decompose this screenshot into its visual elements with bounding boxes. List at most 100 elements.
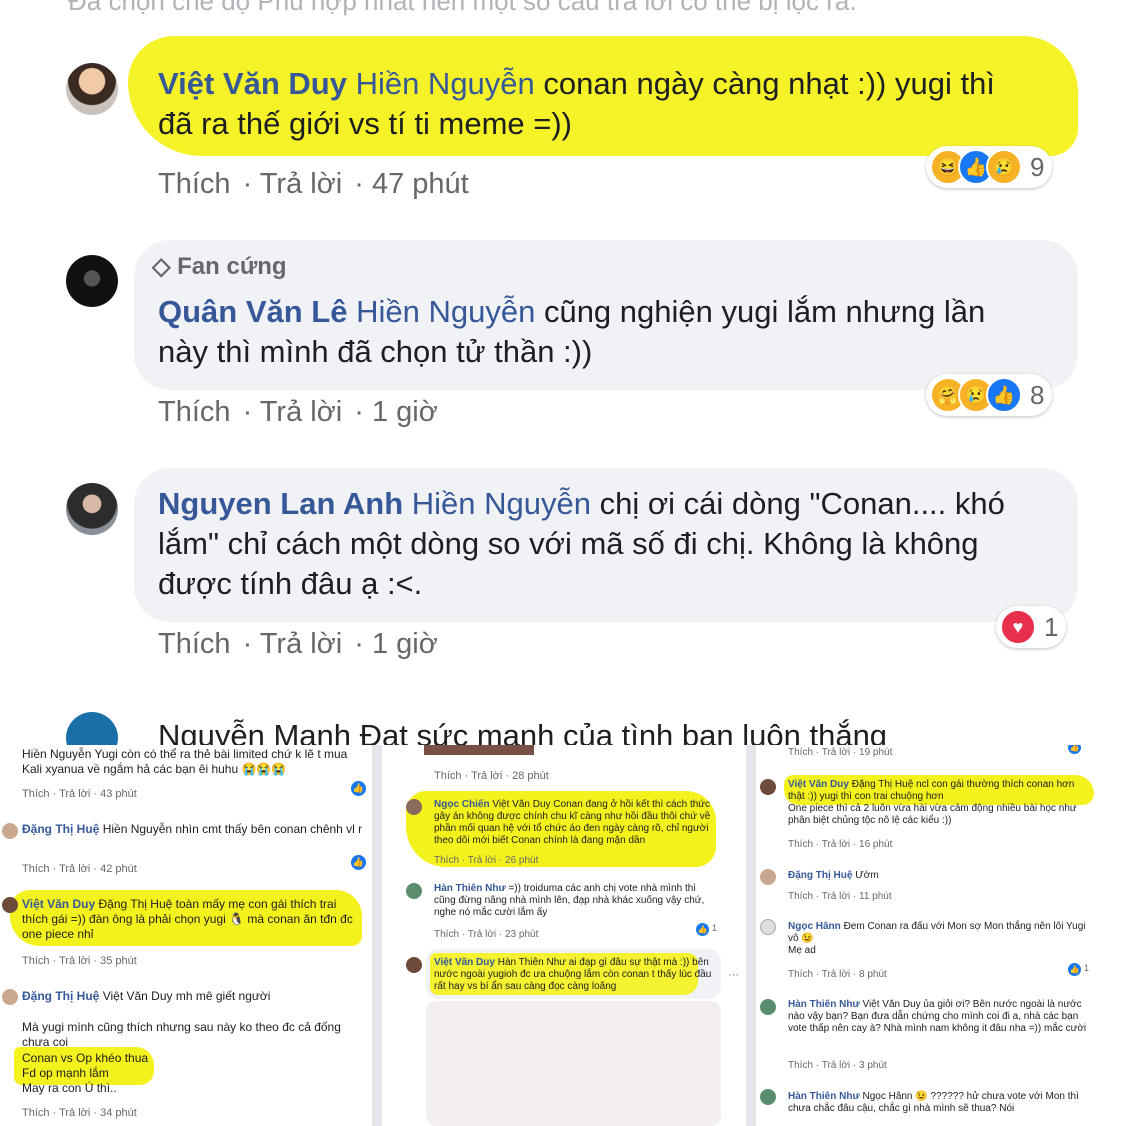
comment-text: Việt Văn Duy Hiền Nguyễn conan ngày càng…	[158, 66, 995, 141]
like-link[interactable]: Thích	[158, 396, 231, 428]
avatar[interactable]	[406, 957, 422, 973]
reaction-count: 1	[1084, 963, 1090, 973]
comment-meta: Thích · Trả lời · 35 phút	[22, 955, 137, 967]
comment-actions: Thích · Trả lời · 1 giờ	[158, 396, 438, 428]
avatar[interactable]	[406, 883, 422, 899]
comment-meta: Thích · Trả lời · 34 phút	[22, 1107, 137, 1119]
reply-link[interactable]: Trả lời	[260, 628, 342, 660]
comment-time[interactable]: 1 giờ	[372, 628, 438, 660]
comment-meta: Thích · Trả lời · 11 phút	[788, 891, 892, 902]
like-icon: 👍	[351, 781, 366, 796]
avatar[interactable]	[760, 919, 776, 935]
cutoff-comment: Nguyễn Mạnh Đạt sức mạnh của tình bạn lu…	[158, 718, 888, 745]
like-icon: 👍	[986, 377, 1022, 413]
comment-meta: Thích · Trả lời · 26 phút	[434, 855, 539, 866]
reply-link[interactable]: Trả lời	[260, 396, 342, 428]
comment-text: Việt Văn Duy Hàn Thiên Như ai đạp gì đâu…	[434, 957, 712, 992]
comment-actions: Thích · Trả lời · 47 phút	[158, 168, 469, 200]
mention-link[interactable]: Hiền Nguyễn	[356, 294, 535, 329]
sad-icon: 😢	[986, 149, 1022, 185]
comment-meta: Thích · Trả lời · 19 phút	[788, 747, 893, 758]
avatar[interactable]	[2, 823, 18, 839]
like-icon: 👍	[1068, 963, 1081, 976]
fan-badge: ◇ Fan cứng	[152, 253, 287, 280]
comment-meta: Thích · Trả lời · 8 phút	[788, 969, 887, 980]
comment-author[interactable]: Việt Văn Duy	[22, 897, 95, 911]
like-icon: 👍	[696, 923, 709, 936]
reply-link[interactable]: Trả lời	[260, 168, 342, 200]
reaction-summary[interactable]: 😆 👍 😢 9	[926, 146, 1053, 188]
comment-meta: Thích · Trả lời · 16 phút	[788, 839, 893, 850]
comment-author[interactable]: Đặng Thị Huệ	[22, 822, 99, 836]
like-link[interactable]: Thích	[158, 628, 231, 660]
top-comments-panel: Đã chọn chế độ Phù hợp nhất nên một số c…	[0, 0, 1125, 745]
comment-author[interactable]: Đặng Thị Huệ	[788, 870, 852, 881]
avatar[interactable]	[760, 1089, 776, 1105]
reaction-summary[interactable]: 🤗 😢 👍 8	[926, 374, 1053, 416]
avatar[interactable]	[760, 869, 776, 885]
image-thumbnail[interactable]	[424, 745, 534, 755]
diamond-icon: ◇	[152, 253, 171, 280]
comment-meta: Thích · Trả lời · 43 phút	[22, 788, 137, 800]
more-options[interactable]: ···	[728, 969, 739, 981]
comment-time[interactable]: 1 giờ	[372, 396, 438, 428]
bottom-screenshots: Hiền Nguyễn Yugi còn có thể ra thẻ bài l…	[0, 745, 1125, 1126]
comment-meta: Thích · Trả lời · 28 phút	[434, 770, 549, 782]
comment-text: Việt Văn Duy Đặng Thị Huệ toàn mấy mẹ co…	[22, 897, 353, 941]
avatar[interactable]	[66, 712, 118, 745]
avatar[interactable]	[406, 799, 422, 815]
avatar[interactable]	[66, 255, 118, 307]
comment-text: Conan vs Op khéo thua Fd op mạnh lắm May…	[22, 1051, 149, 1095]
comment-author[interactable]: Nguyen Lan Anh	[158, 486, 403, 521]
comment-text: Mà yugi mình cũng thích nhưng sau này ko…	[22, 1020, 341, 1049]
like-link[interactable]: Thích	[158, 168, 231, 200]
like-icon: 👍	[351, 855, 366, 870]
mention-link[interactable]: Hiền Nguyễn	[412, 486, 591, 521]
comment-author[interactable]: Hàn Thiên Như	[788, 999, 860, 1010]
comment-text: Đặng Thị Huệ Việt Văn Duy mh mê giết ngư…	[22, 989, 271, 1003]
comment-text: Đặng Thị Huệ Ườm	[788, 870, 879, 881]
comment-text: Ngọc Hânn Đem Conan ra đấu với Mon sợ Mo…	[788, 921, 1086, 956]
like-icon: 👍	[1068, 745, 1081, 754]
comment-time[interactable]: 47 phút	[372, 168, 469, 200]
comment-author[interactable]: Việt Văn Duy	[788, 779, 849, 790]
comment-meta: Thích · Trả lời · 23 phút	[434, 929, 539, 940]
comment-author[interactable]: Việt Văn Duy	[158, 66, 347, 101]
reaction-count: 1	[1044, 611, 1059, 642]
avatar[interactable]	[2, 897, 18, 913]
avatar[interactable]	[2, 989, 18, 1005]
comment-author[interactable]: Đặng Thị Huệ	[22, 989, 99, 1003]
comment-text: Hàn Thiên Như Ngọc Hânn 😉 ?????? hử chưa…	[788, 1091, 1079, 1114]
comment-author[interactable]: Ngọc Hânn	[788, 921, 841, 932]
avatar[interactable]	[760, 779, 776, 795]
comment-text: Ngọc Chiến Việt Văn Duy Conan đang ở hồi…	[434, 799, 711, 846]
comment-author[interactable]: Hàn Thiên Như	[434, 883, 506, 894]
right-screenshot: Thích · Trả lời · 19 phút 👍 Việt Văn Duy…	[756, 745, 1125, 1126]
comment-text: Đặng Thị Huệ Hiền Nguyễn nhìn cmt thấy b…	[22, 822, 363, 836]
comment-author[interactable]: Hàn Thiên Như	[788, 1091, 860, 1102]
reaction-count: 8	[1030, 379, 1045, 410]
avatar[interactable]	[760, 999, 776, 1015]
avatar[interactable]	[66, 63, 118, 115]
comment-text: Hiền Nguyễn Yugi còn có thể ra thẻ bài l…	[22, 747, 348, 776]
reaction-summary[interactable]: ♥ 1	[996, 606, 1067, 648]
comment-actions: Thích · Trả lời · 1 giờ	[158, 628, 438, 660]
comment-meta: Thích · Trả lời · 3 phút	[788, 1060, 887, 1071]
comment-text: Quân Văn Lê Hiền Nguyễn cũng nghiện yugi…	[158, 294, 986, 369]
filter-banner: Đã chọn chế độ Phù hợp nhất nên một số c…	[68, 0, 857, 16]
love-icon: ♥	[1000, 609, 1036, 645]
comment-text: Nguyen Lan Anh Hiền Nguyễn chị ơi cái dò…	[158, 486, 1005, 601]
mention-link[interactable]: Hiền Nguyễn	[356, 66, 535, 101]
comment-meta: Thích · Trả lời · 42 phút	[22, 863, 137, 875]
comment-author[interactable]: Quân Văn Lê	[158, 294, 347, 329]
comment-text: Hàn Thiên Như =)) troiduma các anh chị v…	[434, 883, 705, 918]
comment-text: Việt Văn Duy Đặng Thị Huệ ncl con gái th…	[788, 779, 1077, 826]
comment-author[interactable]: Ngọc Chiến	[434, 799, 490, 810]
left-screenshot: Hiền Nguyễn Yugi còn có thể ra thẻ bài l…	[0, 745, 372, 1126]
reaction-count: 1	[712, 923, 718, 933]
comment-text: Hàn Thiên Như Việt Văn Duy ủa giỏi ơi? B…	[788, 999, 1087, 1034]
reaction-count: 9	[1030, 151, 1045, 182]
comment-author[interactable]: Việt Văn Duy	[434, 957, 495, 968]
attached-image[interactable]	[426, 1001, 721, 1126]
avatar[interactable]	[66, 483, 118, 535]
